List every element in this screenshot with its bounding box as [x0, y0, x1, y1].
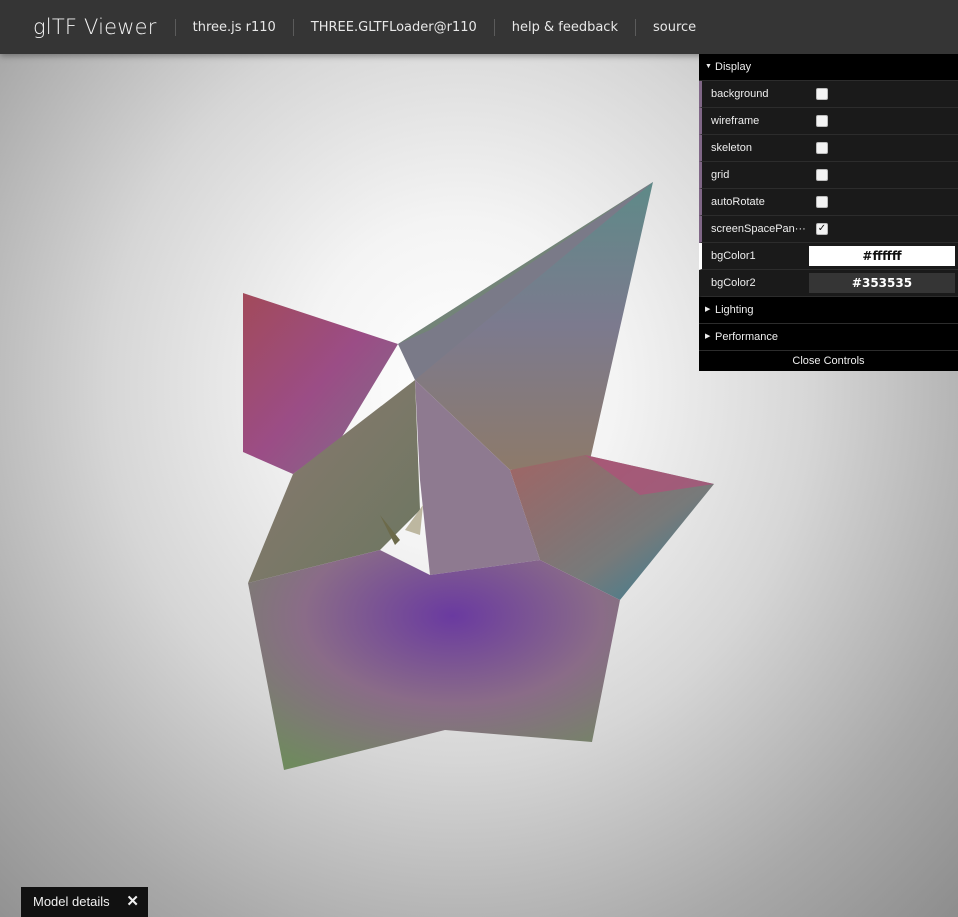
color-input-bgcolor2[interactable]: #353535	[809, 273, 955, 293]
folder-lighting[interactable]: ▶ Lighting	[699, 297, 958, 324]
checkbox-skeleton[interactable]	[816, 142, 828, 154]
checkbox-autorotate[interactable]	[816, 196, 828, 208]
control-label: skeleton	[711, 142, 752, 154]
checkbox-screenspacepan[interactable]: ✓	[816, 223, 828, 235]
model-details-toggle[interactable]: Model details ✕	[21, 887, 148, 917]
control-label: screenSpacePan···	[711, 223, 806, 235]
control-label: background	[711, 88, 769, 100]
folder-performance[interactable]: ▶ Performance	[699, 324, 958, 351]
checkbox-grid[interactable]	[816, 169, 828, 181]
collapsed-triangle-icon: ▶	[705, 306, 711, 313]
checkbox-background[interactable]	[816, 88, 828, 100]
control-bgcolor2[interactable]: bgColor2 #353535	[699, 270, 958, 297]
control-bgcolor1[interactable]: bgColor1 #ffffff	[699, 243, 958, 270]
collapsed-triangle-icon: ▶	[705, 333, 711, 340]
control-label: autoRotate	[711, 196, 765, 208]
control-label: wireframe	[711, 115, 760, 127]
control-label: grid	[711, 169, 730, 181]
close-icon[interactable]: ✕	[126, 887, 139, 917]
control-background[interactable]: background	[699, 81, 958, 108]
control-label: bgColor2	[711, 277, 756, 289]
control-screenspacepan[interactable]: screenSpacePan··· ✓	[699, 216, 958, 243]
color-input-bgcolor1[interactable]: #ffffff	[809, 246, 955, 266]
control-skeleton[interactable]: skeleton	[699, 135, 958, 162]
controls-panel: ▼ Display background wireframe skeleton …	[699, 54, 958, 371]
control-grid[interactable]: grid	[699, 162, 958, 189]
model-details-label: Model details	[33, 894, 110, 909]
folder-display[interactable]: ▼ Display	[699, 54, 958, 81]
control-wireframe[interactable]: wireframe	[699, 108, 958, 135]
expanded-triangle-icon: ▼	[705, 63, 712, 70]
close-controls-button[interactable]: Close Controls	[699, 351, 958, 371]
checkbox-wireframe[interactable]	[816, 115, 828, 127]
control-label: bgColor1	[711, 250, 756, 262]
control-autorotate[interactable]: autoRotate	[699, 189, 958, 216]
